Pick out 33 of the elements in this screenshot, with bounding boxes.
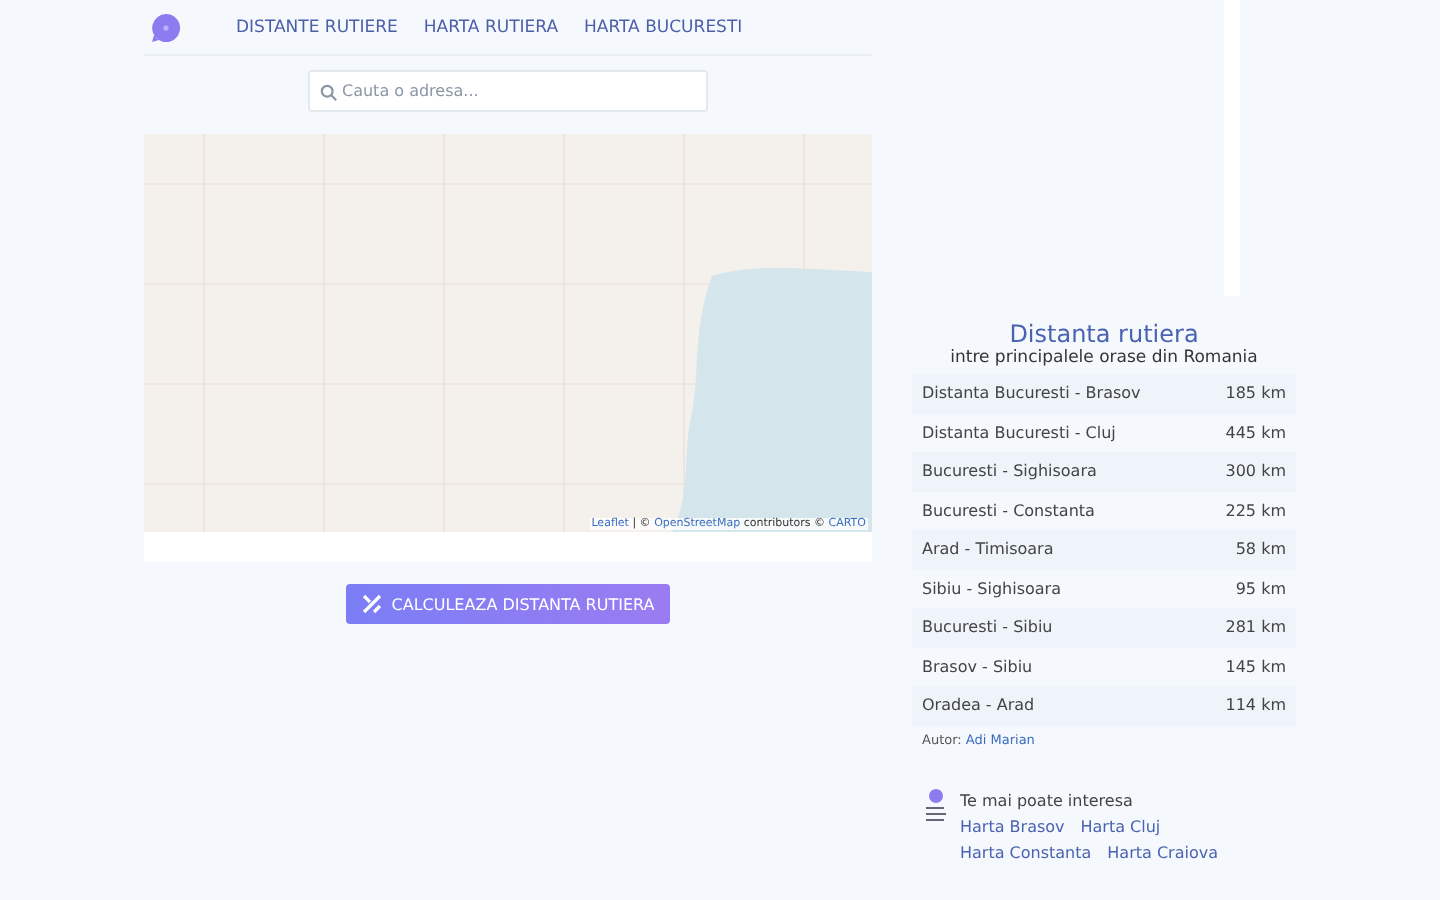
route-icon xyxy=(361,594,382,614)
distance-cell: 300 km xyxy=(1225,462,1286,481)
related-link[interactable]: Harta Craiova xyxy=(1107,843,1218,861)
distance-cell: 225 km xyxy=(1225,501,1286,520)
related-title: Te mai poate interesa xyxy=(960,791,1135,809)
section-subtitle: intre principalele orase din Romania xyxy=(948,348,1260,370)
route-cell: Bucuresti - Sibiu xyxy=(922,618,1053,637)
distance-cell: 95 km xyxy=(1235,579,1286,598)
route-cell: Bucuresti - Sighisoara xyxy=(922,462,1097,481)
route-cell: Arad - Timisoara xyxy=(922,540,1054,559)
route-cell: Sibiu - Sighisoara xyxy=(922,579,1061,598)
related-link[interactable]: Harta Brasov xyxy=(960,817,1065,835)
route-cell: Oradea - Arad xyxy=(922,696,1035,715)
distance-cell: 445 km xyxy=(1225,423,1286,442)
distance-cell: 58 km xyxy=(1235,540,1286,559)
logo-icon[interactable] xyxy=(150,11,182,43)
search-field[interactable]: Cauta o adresa... xyxy=(308,70,708,112)
route-cell: Bucuresti - Constanta xyxy=(922,501,1095,520)
distance-cell: 114 km xyxy=(1225,696,1286,715)
distance-cell: 281 km xyxy=(1225,618,1286,637)
nav-link[interactable]: HARTA RUTIERA xyxy=(423,17,559,37)
section-title: Distanta rutiera xyxy=(1007,320,1201,348)
related-link[interactable]: Harta Cluj xyxy=(1080,817,1161,835)
calculate-button[interactable]: CALCULEAZA DISTANTA RUTIERA xyxy=(345,584,671,624)
route-cell: Distanta Bucuresti - Brasov xyxy=(922,384,1141,403)
nav-link[interactable]: DISTANTE RUTIERE xyxy=(236,17,398,37)
related-link[interactable]: Harta Constanta xyxy=(960,843,1092,861)
route-cell: Distanta Bucuresti - Cluj xyxy=(922,423,1116,442)
route-cell: Brasov - Sibiu xyxy=(922,657,1033,676)
map-pin-icon xyxy=(924,787,948,823)
nav-link[interactable]: HARTA BUCURESTI xyxy=(584,17,743,37)
distance-cell: 185 km xyxy=(1225,384,1286,403)
distance-cell: 145 km xyxy=(1225,657,1286,676)
